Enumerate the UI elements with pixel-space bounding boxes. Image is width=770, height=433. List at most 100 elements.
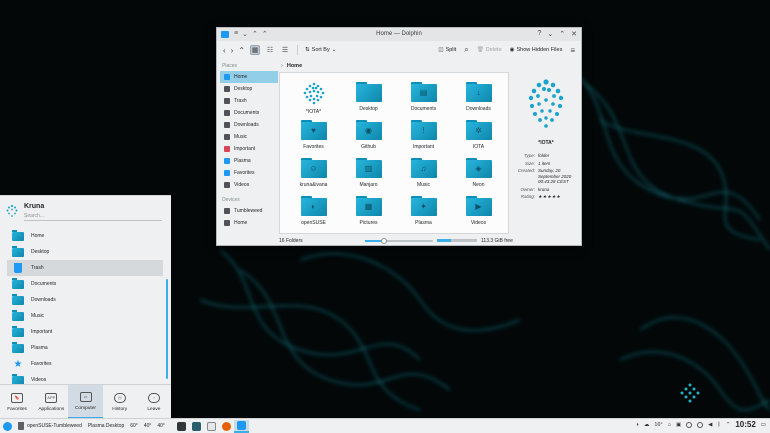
maximize-icon[interactable]: ⌃ bbox=[559, 30, 565, 38]
launcher-item-favorites[interactable]: ★ Favorites bbox=[7, 356, 163, 372]
launcher-item-trash[interactable]: Trash bbox=[7, 260, 163, 276]
file-item[interactable]: ♫ Music bbox=[396, 155, 451, 193]
compact-view-button[interactable]: ☷ bbox=[265, 45, 275, 55]
activity-label[interactable]: Plasma Desktop bbox=[85, 420, 127, 433]
tab-leave[interactable]: › Leave bbox=[137, 385, 171, 419]
places-item-trash[interactable]: Trash bbox=[220, 95, 278, 107]
bluetooth-icon[interactable]: ᛒ bbox=[717, 422, 720, 428]
device-item-tumbleweed[interactable]: Tumbleweed bbox=[220, 205, 278, 217]
kde-logo-icon bbox=[3, 421, 12, 431]
rating-stars[interactable]: ★★★★★ bbox=[538, 194, 574, 200]
launcher-item-plasma[interactable]: Plasma bbox=[7, 340, 163, 356]
places-item-downloads[interactable]: Downloads bbox=[220, 119, 278, 131]
plasma-icon[interactable]: ◑ bbox=[635, 422, 638, 428]
file-item[interactable]: ▥ Manjaro bbox=[341, 155, 396, 193]
tab-favorites[interactable]: 🔖 Favorites bbox=[0, 385, 34, 419]
zoom-slider[interactable] bbox=[365, 237, 433, 244]
breadcrumb-home[interactable]: Home bbox=[287, 63, 302, 69]
tab-computer[interactable]: ▭ Computer bbox=[68, 385, 103, 419]
file-item[interactable]: ▤ Documents bbox=[396, 79, 451, 117]
task-terminal[interactable] bbox=[174, 420, 189, 433]
file-item[interactable]: ✲ IOTA bbox=[451, 117, 506, 155]
launcher-scrollbar[interactable] bbox=[166, 279, 168, 379]
trash-icon: 🗑 bbox=[476, 47, 484, 53]
file-item[interactable]: ▦ Pictures bbox=[341, 193, 396, 231]
launcher-search-input[interactable]: Search... bbox=[24, 213, 162, 221]
details-view-button[interactable]: ☰ bbox=[280, 45, 290, 55]
launcher-item-music[interactable]: Music bbox=[7, 308, 163, 324]
file-item[interactable]: *IOTA* bbox=[286, 79, 341, 117]
network-icon[interactable]: ⌂ bbox=[668, 422, 671, 428]
launcher-item-desktop[interactable]: Desktop bbox=[7, 244, 163, 260]
notifications-icon[interactable] bbox=[686, 421, 693, 428]
sort-icon: ⇅ bbox=[305, 47, 310, 53]
folder-icon: ↓ bbox=[465, 82, 492, 102]
show-desktop-icon[interactable]: ▭ bbox=[761, 422, 766, 428]
launcher-item-documents[interactable]: Documents bbox=[7, 276, 163, 292]
zoom-slider-handle[interactable] bbox=[381, 237, 388, 244]
file-item[interactable]: ▶ Videos bbox=[451, 193, 506, 231]
delete-button[interactable]: 🗑 Delete bbox=[477, 47, 502, 53]
places-item-home[interactable]: Home bbox=[220, 71, 278, 83]
split-button[interactable]: ◫ Split bbox=[438, 47, 456, 53]
help-icon[interactable]: ? bbox=[537, 30, 541, 38]
task-firefox[interactable] bbox=[219, 420, 234, 433]
launcher-item-downloads[interactable]: Downloads bbox=[7, 292, 163, 308]
file-item[interactable]: Desktop bbox=[341, 79, 396, 117]
info-item-name: *IOTA* bbox=[538, 140, 554, 146]
launcher-item-home[interactable]: Home bbox=[7, 228, 163, 244]
file-item[interactable]: ☺ kruna&ivana bbox=[286, 155, 341, 193]
folder-count: 16 Folders bbox=[279, 237, 303, 244]
application-menu-button[interactable] bbox=[0, 420, 15, 433]
forward-icon[interactable]: › bbox=[231, 46, 234, 55]
file-item[interactable]: ✦ Plasma bbox=[396, 193, 451, 231]
task-monitor[interactable] bbox=[189, 420, 204, 433]
task-dolphin[interactable] bbox=[233, 419, 249, 433]
clipboard-icon[interactable]: ▣ bbox=[676, 422, 681, 428]
tab-applications[interactable]: APP Applications bbox=[34, 385, 68, 419]
back-icon[interactable]: ‹ bbox=[223, 46, 226, 55]
breadcrumb-arrow-icon: › bbox=[281, 62, 283, 69]
desktop-icon bbox=[224, 86, 230, 92]
firefox-icon bbox=[221, 421, 231, 431]
plasma-icon bbox=[224, 158, 230, 164]
avatar[interactable] bbox=[5, 204, 19, 218]
places-item-documents[interactable]: Documents bbox=[220, 107, 278, 119]
minimize-icon[interactable]: ⌄ bbox=[547, 30, 553, 38]
hamburger-menu-icon[interactable]: ≡ bbox=[570, 46, 575, 55]
file-item[interactable]: ◉ Github bbox=[341, 117, 396, 155]
places-item-music[interactable]: Music bbox=[220, 131, 278, 143]
places-item-favorites[interactable]: Favorites bbox=[220, 167, 278, 179]
volume-icon[interactable]: ◀ bbox=[708, 422, 712, 428]
file-view[interactable]: *IOTA* Desktop ▤ Documents ↓ Downloads ♥ Favori… bbox=[279, 72, 509, 234]
up-icon[interactable]: ⌃ bbox=[238, 46, 245, 55]
launcher-item-important[interactable]: Important bbox=[7, 324, 163, 340]
sort-by-button[interactable]: ⇅ Sort By ⌄ bbox=[305, 47, 336, 53]
window-title: Home — Dolphin bbox=[376, 31, 422, 37]
device-item-home[interactable]: Home bbox=[220, 217, 278, 229]
tab-history[interactable]: ◷ History bbox=[103, 385, 137, 419]
places-header: Places bbox=[222, 63, 238, 69]
trash-widget[interactable]: openSUSE-Tumbleweed bbox=[15, 420, 85, 433]
window-titlebar[interactable]: ≡ ⌄ ⌃ ⌃ Home — Dolphin ? ⌄ ⌃ ✕ bbox=[217, 28, 581, 41]
search-icon[interactable]: ⌕ bbox=[464, 45, 468, 55]
places-item-videos[interactable]: Videos bbox=[220, 179, 278, 191]
updates-icon[interactable] bbox=[697, 421, 704, 428]
close-icon[interactable]: ✕ bbox=[571, 30, 577, 38]
places-item-plasma[interactable]: Plasma bbox=[220, 155, 278, 167]
file-item[interactable]: ◐ openSUSE bbox=[286, 193, 341, 231]
weather-temp[interactable]: 16° bbox=[654, 422, 662, 428]
tray-expand-icon[interactable]: ⌃ bbox=[726, 422, 731, 428]
file-item[interactable]: ! Important bbox=[396, 117, 451, 155]
folder-icon bbox=[12, 277, 24, 289]
file-item[interactable]: ◈ Neon bbox=[451, 155, 506, 193]
places-item-important[interactable]: Important bbox=[220, 143, 278, 155]
places-item-desktop[interactable]: Desktop bbox=[220, 83, 278, 95]
icons-view-button[interactable]: ▦ bbox=[250, 45, 261, 55]
clock[interactable]: 10:52 bbox=[735, 420, 755, 429]
weather-icon[interactable]: ☁ bbox=[644, 422, 650, 428]
show-hidden-files-button[interactable]: ◉ Show Hidden Files bbox=[510, 47, 563, 53]
task-text-editor[interactable] bbox=[204, 420, 219, 433]
file-item[interactable]: ♥ Favorites bbox=[286, 117, 341, 155]
file-item[interactable]: ↓ Downloads bbox=[451, 79, 506, 117]
